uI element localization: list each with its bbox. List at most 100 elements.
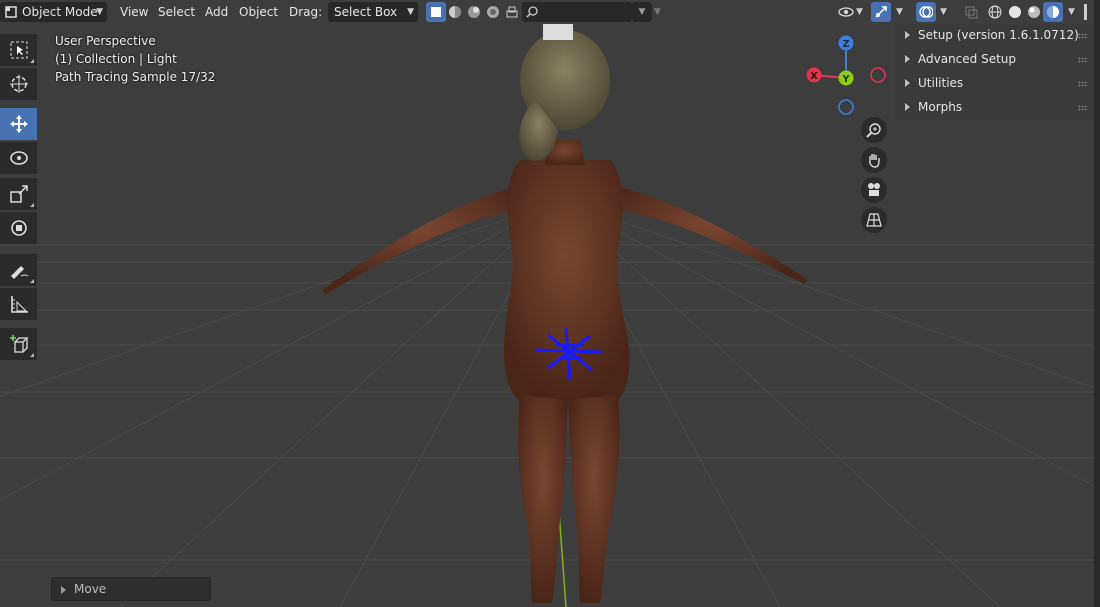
rendered-sphere-icon <box>1047 6 1059 18</box>
panel-advanced-setup-label: Advanced Setup <box>918 52 1017 66</box>
select-mode-intersect-button[interactable] <box>502 2 522 22</box>
gizmo-z-label: Z <box>842 39 849 50</box>
panel-setup-label: Setup (version 1.6.1.0712) <box>918 28 1079 42</box>
select-mode-invert-button[interactable] <box>483 2 503 22</box>
annotate-icon <box>10 266 28 279</box>
render-status-text: Path Tracing Sample 17/32 <box>55 70 216 84</box>
last-operator-label: Move <box>74 582 107 596</box>
xray-toggle-button[interactable] <box>961 2 981 22</box>
select-mode-subtract-button[interactable] <box>464 2 484 22</box>
gizmo-x-label: X <box>810 71 818 82</box>
tool-transform[interactable] <box>0 212 37 244</box>
tool-rotate[interactable] <box>0 142 37 174</box>
overlays-toggle-button[interactable] <box>916 2 936 22</box>
collection-text: (1) Collection | Light <box>55 52 177 66</box>
panel-utilities-label: Utilities <box>918 76 964 90</box>
panel-utilities[interactable]: Utilities <box>895 72 1094 96</box>
visibility-button[interactable] <box>836 2 856 22</box>
chevron-right-icon <box>905 55 910 63</box>
select-mode-extend-button[interactable] <box>445 2 465 22</box>
gizmo-toggle-button[interactable] <box>871 2 891 22</box>
xray-icon <box>965 6 978 19</box>
chevron-down-icon: ▼ <box>407 7 414 17</box>
perspective-toggle-button[interactable] <box>861 207 887 233</box>
tool-add-cube[interactable] <box>0 328 37 360</box>
overlays-icon <box>919 6 933 18</box>
menu-add[interactable]: Add <box>205 2 228 22</box>
tool-annotate[interactable] <box>0 254 37 286</box>
select-invert-icon <box>487 6 499 18</box>
drag-label: Drag: <box>289 5 323 19</box>
tool-measure[interactable] <box>0 288 37 320</box>
chevron-right-icon <box>905 31 910 39</box>
drag-grip-icon[interactable] <box>1078 33 1088 39</box>
mode-label: Object Mode <box>22 5 98 19</box>
select-subtract-icon <box>468 6 480 18</box>
drag-value: Select Box <box>334 5 398 19</box>
tool-select-box[interactable] <box>0 34 37 66</box>
select-mode-new-button[interactable] <box>426 2 446 22</box>
object-mode-icon <box>5 6 17 18</box>
shading-solid-button[interactable] <box>1005 2 1025 22</box>
panel-morphs[interactable]: Morphs <box>895 96 1094 120</box>
select-box-icon <box>10 41 27 59</box>
move-icon <box>9 115 28 133</box>
camera-icon <box>868 183 880 196</box>
shading-rendered-button[interactable] <box>1043 2 1063 22</box>
gizmo-y-label: Y <box>841 74 850 85</box>
rotate-icon <box>9 151 28 165</box>
chevron-right-icon <box>905 103 910 111</box>
tool-cursor[interactable] <box>0 68 37 100</box>
panel-setup[interactable]: Setup (version 1.6.1.0712) <box>895 24 1094 48</box>
wireframe-sphere-icon <box>988 5 1002 19</box>
solid-sphere-icon <box>1009 6 1021 18</box>
chevron-right-icon <box>905 79 910 87</box>
material-sphere-icon <box>1028 6 1040 18</box>
scale-icon <box>9 185 28 203</box>
last-operator-panel[interactable]: Move <box>51 577 211 601</box>
zoom-button[interactable] <box>861 117 887 143</box>
viewport-header: Object Mode ▼ View Select Add Object Dra… <box>0 0 1100 24</box>
camera-view-button[interactable] <box>861 177 887 203</box>
pan-button[interactable] <box>861 147 887 173</box>
chevron-down-icon: ▼ <box>638 7 646 17</box>
search-icon <box>526 6 538 18</box>
chevron-down-icon: ▼ <box>96 7 103 17</box>
shading-material-button[interactable] <box>1024 2 1044 22</box>
chevron-down-icon[interactable]: ▼ <box>1068 2 1075 22</box>
menu-view[interactable]: View <box>120 2 148 22</box>
cursor-icon <box>9 75 28 93</box>
chevron-down-icon[interactable]: ▼ <box>856 2 863 22</box>
tool-move[interactable] <box>0 108 37 140</box>
select-new-icon <box>431 7 441 17</box>
drag-grip-icon[interactable] <box>1078 81 1088 87</box>
shading-wireframe-button[interactable] <box>985 2 1005 22</box>
menu-select[interactable]: Select <box>158 2 195 22</box>
drag-grip-icon[interactable] <box>1078 105 1088 111</box>
search-options-button[interactable]: ▼ <box>632 2 652 22</box>
chevron-down-icon[interactable]: ▼ <box>654 2 661 22</box>
grid-perspective-icon <box>866 213 882 227</box>
hand-icon <box>869 154 880 168</box>
navigation-gizmo[interactable]: Z X Y <box>800 30 892 122</box>
character-model <box>322 24 808 603</box>
drag-select[interactable]: Select Box ▼ <box>328 2 418 22</box>
view-name-text: User Perspective <box>55 34 156 48</box>
panel-advanced-setup[interactable]: Advanced Setup <box>895 48 1094 72</box>
tool-scale[interactable] <box>0 178 37 210</box>
sidebar-tabs-strip[interactable] <box>1094 0 1100 607</box>
chevron-right-icon <box>61 586 66 594</box>
chevron-down-icon[interactable]: ▼ <box>940 2 947 22</box>
chevron-down-icon[interactable]: ▼ <box>896 2 903 22</box>
eye-icon <box>838 7 854 17</box>
search-field[interactable] <box>522 2 632 22</box>
sidebar-toggle[interactable] <box>1084 4 1087 20</box>
zoom-icon <box>866 123 881 138</box>
menu-object[interactable]: Object <box>239 2 278 22</box>
gizmo-icon <box>875 6 887 18</box>
mode-selector[interactable]: Object Mode ▼ <box>0 2 107 22</box>
drag-grip-icon[interactable] <box>1078 57 1088 63</box>
sidebar-panel: Setup (version 1.6.1.0712) Advanced Setu… <box>895 24 1094 120</box>
measure-icon <box>10 296 28 313</box>
add-cube-icon <box>9 335 29 353</box>
